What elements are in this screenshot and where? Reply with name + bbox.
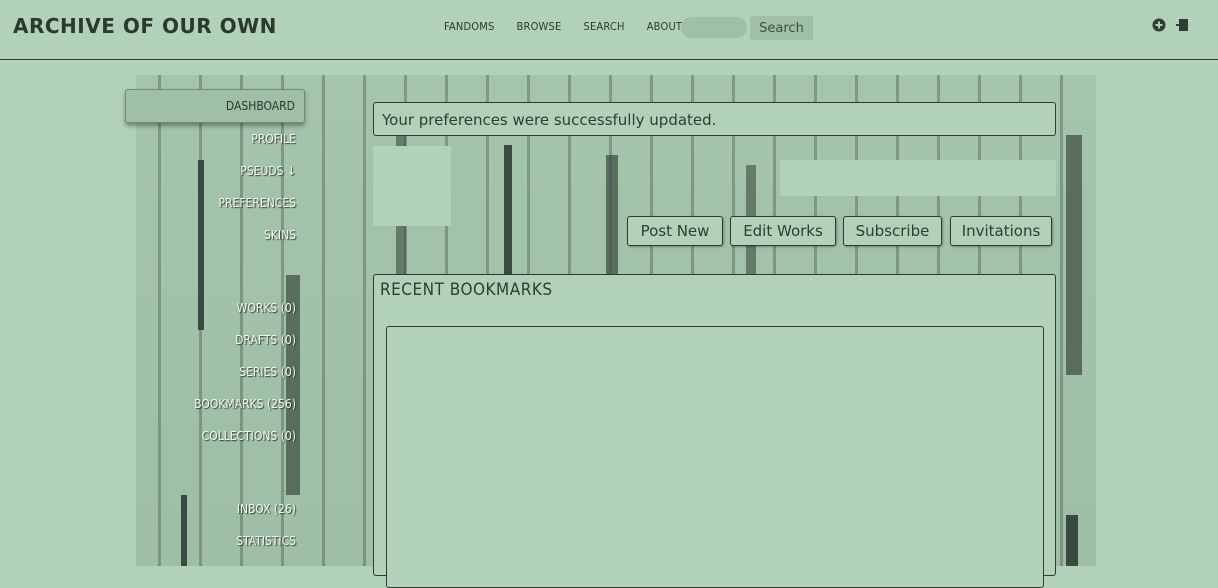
plus-icon[interactable] [1152, 18, 1166, 32]
recent-bookmarks-heading: RECENT BOOKMARKS [380, 280, 553, 300]
sidebar-item-preferences[interactable]: PREFERENCES [219, 196, 296, 210]
nav-browse[interactable]: BROWSE [517, 20, 562, 33]
search-input[interactable] [681, 17, 747, 38]
nav-search[interactable]: SEARCH [583, 20, 624, 33]
search-button[interactable]: Search [750, 16, 813, 40]
post-new-button[interactable]: Post New [627, 216, 723, 246]
user-icon [373, 146, 451, 226]
site-logo[interactable]: ARCHIVE OF OUR OWN [13, 14, 277, 38]
nav-fandoms[interactable]: FANDOMS [444, 20, 495, 33]
sidebar-item-profile[interactable]: PROFILE [251, 132, 296, 146]
flash-message: Your preferences were successfully updat… [382, 111, 717, 129]
nav-about[interactable]: ABOUT [647, 20, 682, 33]
sidebar-item-drafts[interactable]: DRAFTS (0) [235, 333, 296, 347]
logout-icon[interactable] [1175, 18, 1189, 32]
sidebar-item-series[interactable]: SERIES (0) [239, 365, 296, 379]
top-navigation: FANDOMS BROWSE SEARCH ABOUT [444, 20, 682, 33]
sidebar-item-inbox[interactable]: INBOX (26) [237, 502, 296, 516]
site-header: ARCHIVE OF OUR OWN FANDOMS BROWSE SEARCH… [0, 0, 1218, 60]
sidebar-item-statistics[interactable]: STATISTICS [236, 534, 296, 548]
bookmarks-list [386, 326, 1044, 588]
sidebar-item-skins[interactable]: SKINS [264, 228, 296, 242]
flash-notice: Your preferences were successfully updat… [373, 102, 1056, 136]
recent-bookmarks-panel: RECENT BOOKMARKS [373, 274, 1056, 588]
page-heading-area [780, 160, 1056, 196]
sidebar-item-bookmarks[interactable]: BOOKMARKS (256) [194, 397, 296, 411]
subscribe-button[interactable]: Subscribe [843, 216, 942, 246]
edit-works-button[interactable]: Edit Works [730, 216, 836, 246]
invitations-button[interactable]: Invitations [950, 216, 1052, 246]
sidebar-item-label: DASHBOARD [225, 99, 295, 113]
sidebar-item-dashboard[interactable]: DASHBOARD [125, 89, 305, 123]
sidebar-item-pseuds[interactable]: PSEUDS ↓ [240, 164, 296, 178]
sidebar-item-collections[interactable]: COLLECTIONS (0) [202, 429, 296, 443]
sidebar-item-works[interactable]: WORKS (0) [237, 301, 296, 315]
